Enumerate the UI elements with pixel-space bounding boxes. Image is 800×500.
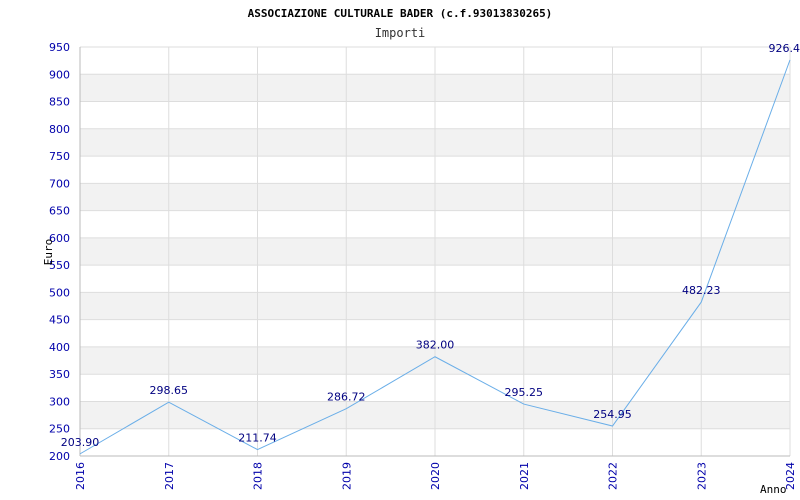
- y-tick-label: 300: [49, 395, 70, 408]
- y-axis-label: Euro: [42, 239, 55, 266]
- y-tick-label: 200: [49, 450, 70, 463]
- data-label: 211.74: [238, 432, 277, 445]
- x-tick-label: 2022: [607, 462, 620, 490]
- y-tick-label: 750: [49, 150, 70, 163]
- data-label: 482.23: [682, 284, 721, 297]
- chart-title: ASSOCIAZIONE CULTURALE BADER (c.f.930138…: [248, 7, 553, 20]
- y-tick-label: 400: [49, 341, 70, 354]
- y-tick-label: 800: [49, 123, 70, 136]
- x-tick-label: 2016: [74, 462, 87, 490]
- x-axis-label: Anno: [760, 483, 787, 496]
- y-tick-label: 350: [49, 368, 70, 381]
- data-label: 926.4: [769, 42, 800, 55]
- data-label: 286.72: [327, 391, 366, 404]
- data-label: 298.65: [150, 384, 189, 397]
- y-tick-label: 650: [49, 205, 70, 218]
- data-label: 254.95: [593, 408, 632, 421]
- data-label: 295.25: [505, 386, 544, 399]
- x-tick-label: 2020: [429, 462, 442, 490]
- y-tick-label: 250: [49, 423, 70, 436]
- y-tick-label: 950: [49, 41, 70, 54]
- x-tick-labels: 2016 2017 2018 2019 2020 2021 2022 2023 2024: [74, 462, 797, 490]
- y-tick-label: 450: [49, 314, 70, 327]
- x-tick-label: 2018: [252, 462, 265, 490]
- line-chart: 2002503003504004505005506006507007508008…: [42, 7, 800, 496]
- data-label: 203.90: [61, 436, 100, 449]
- x-tick-label: 2017: [163, 462, 176, 490]
- chart-subtitle: Importi: [375, 26, 426, 40]
- data-label: 382.00: [416, 339, 455, 352]
- x-tick-label: 2019: [340, 462, 353, 490]
- x-tick-label: 2023: [695, 462, 708, 490]
- y-tick-label: 700: [49, 177, 70, 190]
- y-tick-label: 500: [49, 286, 70, 299]
- y-tick-label: 900: [49, 68, 70, 81]
- x-tick-label: 2021: [518, 462, 531, 490]
- y-tick-label: 850: [49, 96, 70, 109]
